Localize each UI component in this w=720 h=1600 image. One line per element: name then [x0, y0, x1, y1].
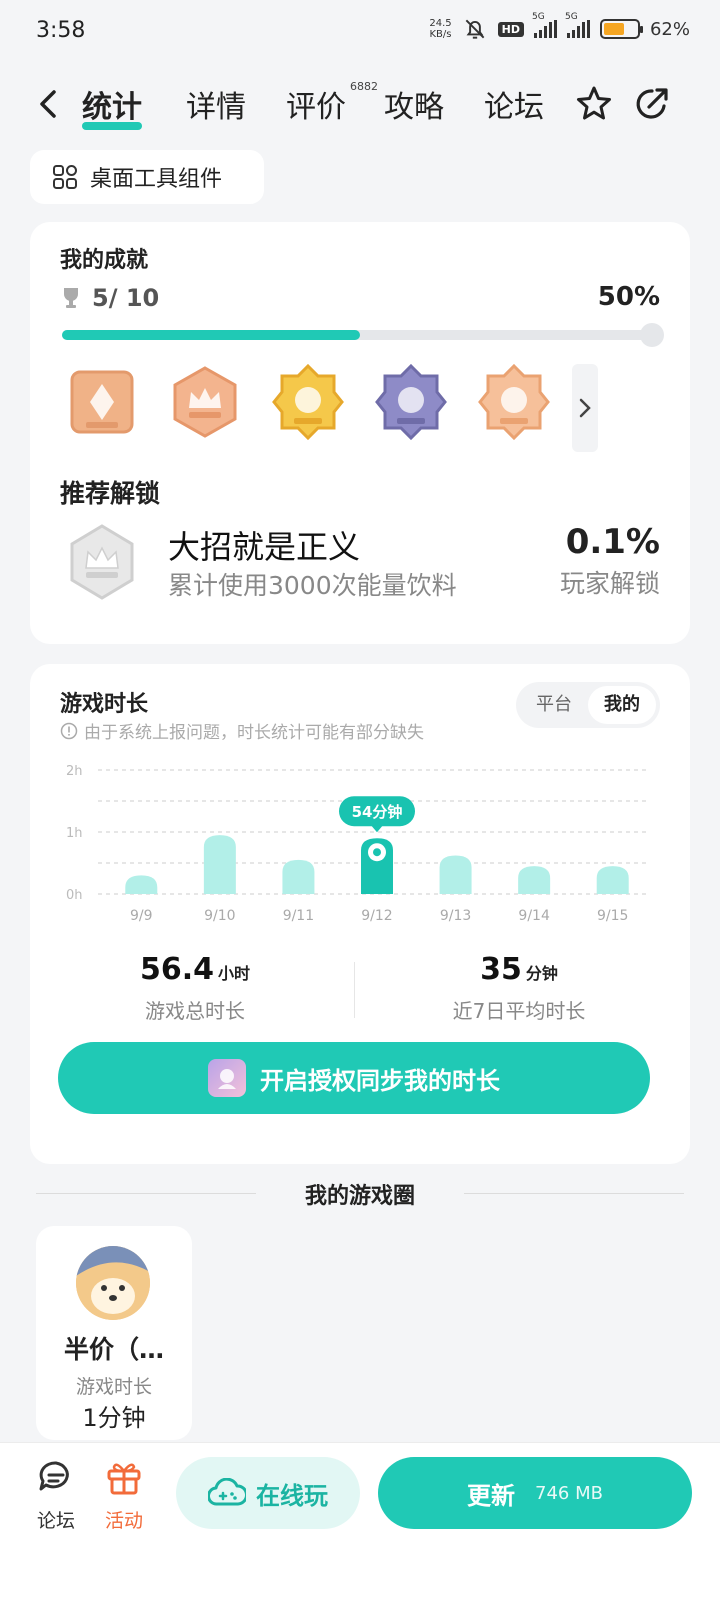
play-time-chart: 0h 1h 2h 9/9 9/10 9/11 9/12 54分钟 9/13 9/14 9/15: [66, 764, 648, 924]
hd-icon: HD: [497, 21, 524, 37]
achievements-title: 我的成就: [60, 248, 149, 273]
bottom-action-bar: 论坛 活动 在线玩 更新 746 MB: [0, 1442, 720, 1600]
badge-diamond[interactable]: [66, 362, 138, 442]
chart-bar: [518, 866, 551, 894]
game-circle-card[interactable]: 半价（… 游戏时长 1分钟: [36, 1226, 192, 1440]
gift-icon: [107, 1463, 141, 1495]
achievement-percent: 50%: [597, 282, 660, 312]
chart-y-tick: 2h: [66, 764, 83, 779]
chart-tooltip-label: 54分钟: [352, 803, 403, 821]
tab-reviews[interactable]: 评价: [286, 82, 346, 126]
chart-tooltip-pointer: [371, 825, 383, 833]
unlock-rate: 0.1%: [565, 522, 660, 562]
play-time-note: 由于系统上报问题，时长统计可能有部分缺失: [60, 718, 424, 743]
chart-y-tick: 1h: [66, 826, 83, 841]
chart-bar: [282, 859, 315, 894]
tab-details[interactable]: 详情: [186, 82, 246, 126]
game-character-icon: [218, 1069, 236, 1089]
widgets-grid-icon: [53, 165, 77, 189]
chart-x-tick: 9/9: [130, 908, 153, 924]
chart-x-tick: 9/10: [204, 908, 235, 924]
chart-x-tick: 9/13: [440, 908, 471, 924]
chart-y-tick: 0h: [66, 888, 83, 903]
battery-icon: [599, 19, 643, 39]
desktop-widget-button[interactable]: 桌面工具组件: [30, 150, 264, 204]
circle-time-label: 游戏时长: [75, 1376, 152, 1398]
back-arrow-icon[interactable]: [34, 86, 62, 122]
shiba-avatar-icon: [76, 1246, 150, 1320]
play-time-title: 游戏时长: [60, 692, 149, 717]
chart-x-tick: 9/14: [518, 908, 550, 924]
update-size: 746 MB: [535, 1482, 603, 1504]
signal-icon-2: 5G: [565, 12, 590, 38]
avatar: [76, 1246, 150, 1320]
update-button[interactable]: 更新 746 MB: [378, 1457, 692, 1529]
widget-chip-label: 桌面工具组件: [90, 167, 223, 192]
progress-end-marker: [640, 323, 664, 347]
time-source-toggle: 平台 我的: [516, 682, 660, 728]
badge-crown-hexagon[interactable]: [169, 362, 241, 442]
review-count: 6882: [350, 80, 378, 93]
info-icon: [60, 722, 78, 739]
more-badges-button[interactable]: [572, 364, 598, 452]
forum-chat-icon: [39, 1461, 69, 1491]
game-circle-title: 我的游戏圈: [304, 1184, 415, 1209]
cloud-gamepad-icon: [208, 1478, 246, 1506]
chart-x-tick: 9/15: [597, 908, 628, 924]
segment-mine[interactable]: 我的: [588, 686, 656, 724]
chart-x-tick: 9/11: [283, 908, 314, 924]
recommend-title: 推荐解锁: [60, 479, 161, 508]
segment-platform[interactable]: 平台: [520, 686, 588, 724]
sync-playtime-button[interactable]: 开启授权同步我的时长: [58, 1042, 650, 1114]
badge-gold-octagon[interactable]: [272, 362, 344, 442]
status-icons: 24.5 KB/s HD 5G 5G 62%: [429, 12, 690, 42]
chart-bar: [596, 866, 629, 894]
circle-time-value: 1分钟: [82, 1404, 146, 1432]
achievement-count: 5/ 10: [60, 284, 159, 312]
recommend-achievement-desc: 累计使用3000次能量饮料: [168, 571, 457, 600]
share-icon[interactable]: [632, 84, 672, 124]
tab-forum[interactable]: 论坛: [484, 82, 544, 126]
status-bar: 3:58 24.5 KB/s HD 5G 5G 62%: [0, 0, 720, 64]
top-nav: 统计 详情 评价 6882 攻略 论坛: [0, 72, 720, 136]
tab-guides[interactable]: 攻略: [384, 82, 444, 126]
game-avatar: [208, 1059, 246, 1097]
trophy-icon: [64, 288, 78, 308]
battery-percent: 62%: [649, 18, 690, 40]
net-speed: 24.5 KB/s: [429, 18, 452, 40]
signal-icon: 5G: [532, 12, 557, 38]
mute-bell-icon: [465, 19, 484, 39]
chevron-right-icon: [579, 398, 591, 418]
circle-game-name: 半价（…: [63, 1335, 164, 1364]
locked-badge-icon[interactable]: [66, 522, 138, 602]
star-icon[interactable]: [574, 84, 614, 124]
badge-purple-octagon[interactable]: [375, 362, 447, 442]
game-circle-header: 我的游戏圈: [36, 1174, 684, 1214]
bottom-forum-button[interactable]: 论坛: [26, 1457, 86, 1533]
bottom-events-button[interactable]: 活动: [94, 1457, 154, 1533]
achievement-progress-bar: [62, 323, 664, 347]
chart-bar: [203, 835, 236, 894]
chart-bar: [125, 875, 158, 894]
status-time: 3:58: [36, 18, 86, 43]
badge-list: [66, 362, 550, 442]
unlock-rate-label: 玩家解锁: [559, 569, 660, 598]
badge-peach-octagon[interactable]: [478, 362, 550, 442]
play-time-card: 游戏时长 由于系统上报问题，时长统计可能有部分缺失 平台 我的 0h 1h 2h 9/…: [30, 664, 690, 1164]
recommend-achievement-name: 大招就是正义: [168, 528, 361, 566]
chart-bar: [439, 855, 472, 894]
chart-x-tick: 9/12: [361, 908, 392, 924]
total-playtime: 56.4 小时 游戏总时长: [139, 952, 251, 1023]
achievement-progress-fill: [62, 330, 360, 340]
achievements-card: 我的成就 5/ 10 50% 推荐解锁 大招就是正义 累计使用3000次能量饮料…: [30, 222, 690, 644]
tab-stats[interactable]: 统计: [82, 82, 142, 130]
avg-playtime: 35 分钟 近7日平均时长: [452, 952, 586, 1023]
play-online-button[interactable]: 在线玩: [176, 1457, 360, 1529]
chart-highlight-dot-inner: [373, 848, 381, 857]
play-time-summary: 56.4 小时 游戏总时长 35 分钟 近7日平均时长: [30, 952, 690, 1032]
